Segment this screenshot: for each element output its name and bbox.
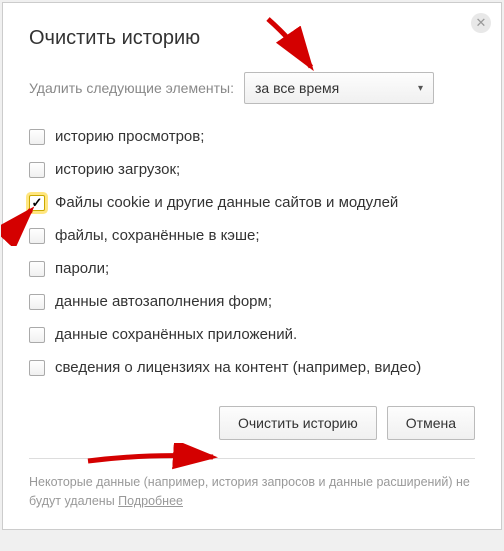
checkbox-row[interactable]: данные автозаполнения форм; — [29, 293, 475, 310]
checkbox-label: историю загрузок; — [55, 161, 180, 178]
checkbox-label: Файлы cookie и другие данные сайтов и мо… — [55, 194, 398, 211]
checkbox-row[interactable]: файлы, сохранённые в кэше; — [29, 227, 475, 244]
period-label: Удалить следующие элементы: — [29, 80, 234, 96]
footer-text: Некоторые данные (например, история запр… — [29, 475, 470, 508]
dialog-title: Очистить историю — [29, 27, 475, 50]
period-select-value: за все время — [255, 80, 339, 96]
checkbox-list: историю просмотров; историю загрузок; ✓ Фай… — [29, 128, 475, 376]
checkbox-icon[interactable] — [29, 162, 45, 178]
chevron-down-icon: ▾ — [418, 83, 423, 94]
checkbox-row[interactable]: историю загрузок; — [29, 161, 475, 178]
checkbox-label: данные автозаполнения форм; — [55, 293, 272, 310]
checkbox-icon[interactable] — [29, 129, 45, 145]
checkbox-label: сведения о лицензиях на контент (наприме… — [55, 359, 421, 376]
cancel-button[interactable]: Отмена — [387, 406, 475, 440]
checkbox-icon[interactable] — [29, 327, 45, 343]
period-select[interactable]: за все время ▾ — [244, 72, 434, 104]
checkbox-label: файлы, сохранённые в кэше; — [55, 227, 260, 244]
footer-note: Некоторые данные (например, история запр… — [29, 458, 475, 511]
checkbox-icon[interactable]: ✓ — [29, 195, 45, 211]
checkbox-row[interactable]: историю просмотров; — [29, 128, 475, 145]
checkbox-icon[interactable] — [29, 294, 45, 310]
checkbox-row[interactable]: сведения о лицензиях на контент (наприме… — [29, 359, 475, 376]
button-row: Очистить историю Отмена — [29, 406, 475, 440]
checkbox-row[interactable]: пароли; — [29, 260, 475, 277]
clear-history-button[interactable]: Очистить историю — [219, 406, 377, 440]
checkbox-icon[interactable] — [29, 360, 45, 376]
checkbox-icon[interactable] — [29, 261, 45, 277]
close-icon[interactable]: ✕ — [471, 13, 491, 33]
checkbox-icon[interactable] — [29, 228, 45, 244]
checkbox-label: историю просмотров; — [55, 128, 204, 145]
footer-link[interactable]: Подробнее — [118, 494, 183, 508]
checkbox-label: данные сохранённых приложений. — [55, 326, 297, 343]
checkbox-row[interactable]: данные сохранённых приложений. — [29, 326, 475, 343]
clear-history-dialog: ✕ Очистить историю Удалить следующие эле… — [2, 2, 502, 530]
checkbox-row[interactable]: ✓ Файлы cookie и другие данные сайтов и м… — [29, 194, 475, 211]
period-row: Удалить следующие элементы: за все время… — [29, 72, 475, 104]
checkbox-label: пароли; — [55, 260, 109, 277]
